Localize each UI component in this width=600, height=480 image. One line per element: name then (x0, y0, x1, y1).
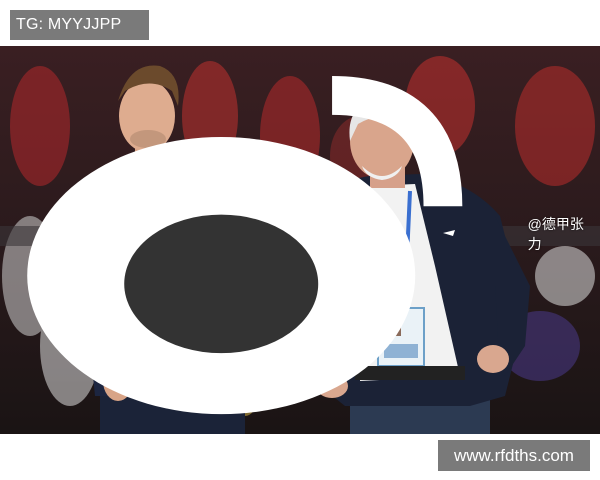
watermark: @德甲张力 (0, 46, 592, 428)
url-text[interactable]: www.rfdths.com (454, 446, 574, 466)
top-badge-text: TG: MYYJJPP (16, 16, 122, 33)
top-badge: TG: MYYJJPP (10, 10, 149, 40)
url-badge[interactable]: www.rfdths.com (438, 440, 590, 471)
watermark-handle: @德甲张力 (527, 216, 584, 252)
weibo-icon (26, 76, 463, 415)
page: TG: MYYJJPP @德甲张力 www.rfdths.com (0, 0, 600, 480)
photo: @德甲张力 (0, 46, 600, 434)
